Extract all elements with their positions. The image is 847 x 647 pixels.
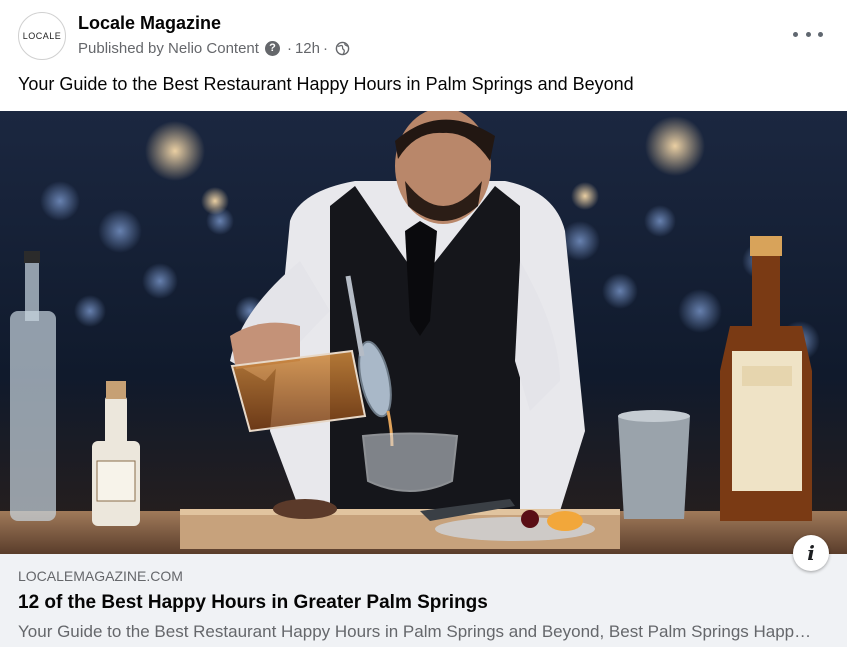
post-text: Your Guide to the Best Restaurant Happy …: [18, 74, 634, 94]
post-header: LOCALE Locale Magazine Published by Neli…: [0, 0, 847, 68]
post-time[interactable]: 12h: [295, 40, 320, 57]
more-options-button[interactable]: [793, 22, 823, 46]
more-dot: [818, 31, 823, 37]
page-name[interactable]: Locale Magazine: [78, 13, 221, 34]
link-domain: LOCALEMAGAZINE.COM: [18, 568, 183, 584]
published-by-label[interactable]: Published by Nelio Content: [78, 40, 259, 57]
help-icon[interactable]: ?: [264, 41, 280, 56]
link-title[interactable]: 12 of the Best Happy Hours in Greater Pa…: [18, 592, 488, 614]
separator-dot: ·: [286, 40, 292, 57]
avatar[interactable]: LOCALE: [18, 12, 66, 60]
info-icon[interactable]: i: [793, 535, 829, 571]
post-meta: Published by Nelio Content ? · 12h ·: [78, 40, 350, 57]
link-description: Your Guide to the Best Restaurant Happy …: [18, 622, 818, 641]
link-preview[interactable]: LOCALEMAGAZINE.COM 12 of the Best Happy …: [0, 554, 847, 647]
more-dot: [793, 31, 798, 37]
link-preview-image[interactable]: [0, 111, 847, 554]
separator-dot: ·: [322, 40, 328, 57]
globe-icon[interactable]: [335, 41, 350, 56]
more-dot: [805, 31, 811, 37]
bartender-photo: [0, 111, 847, 554]
